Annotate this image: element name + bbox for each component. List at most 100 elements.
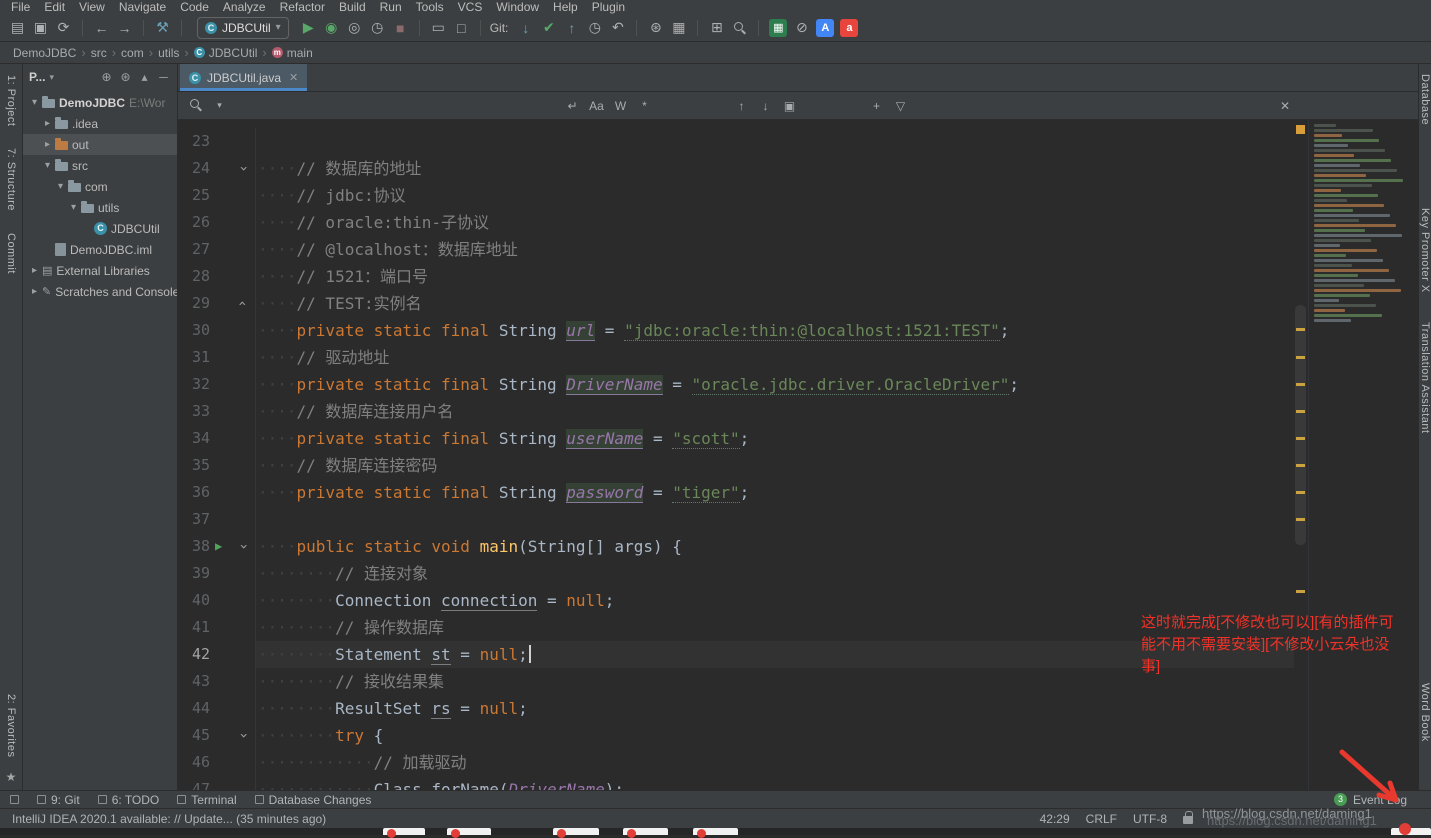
code-area[interactable]: 2324›····// 数据库的地址25····// jdbc:协议26····… [178,120,1294,790]
menu-run[interactable]: Run [373,1,409,14]
tool-button-database-changes[interactable]: Database Changes [255,793,372,807]
newline-icon[interactable]: ↵ [565,99,580,113]
select-occurrences-icon[interactable]: ▣ [782,99,797,113]
ocr-plugin-icon[interactable]: a [840,19,858,37]
tree-item-src[interactable]: ▾src [23,155,177,176]
tool-button-translation-assistant[interactable]: Translation Assistant [1419,322,1431,434]
menu-refactor[interactable]: Refactor [273,1,332,14]
favorites-star-icon[interactable]: ★ [6,770,17,784]
cursor-position[interactable]: 42:29 [1040,812,1070,826]
code-line-31[interactable]: 31····// 驱动地址 [178,344,1294,371]
tool-button-database[interactable]: Database [1419,74,1431,125]
next-occurrence-icon[interactable]: ↓ [758,99,773,113]
regex-toggle[interactable]: * [637,99,652,113]
line-separator[interactable]: CRLF [1086,812,1117,826]
close-tab-icon[interactable]: ✕ [289,71,298,84]
search-input[interactable] [236,96,556,116]
tool-button-2-favorites[interactable]: 2: Favorites [5,694,17,757]
locate-icon[interactable]: ⊕ [99,70,114,84]
chevron-right-icon[interactable]: ▸ [42,118,53,129]
tree-item-scratches-and-consoles[interactable]: ▸✎Scratches and Consoles [23,281,177,302]
fold-expanded-icon[interactable]: › [229,164,256,172]
project-panel-title[interactable]: P... [29,70,45,84]
translate-plugin-icon[interactable]: A [816,19,834,37]
update-icon[interactable]: ↓ [514,17,537,39]
tree-item-demojdbc[interactable]: ▾DemoJDBCE:\Wor [23,92,177,113]
code-line-38[interactable]: 38▶›····public static void main(String[]… [178,533,1294,560]
menu-file[interactable]: File [4,1,37,14]
chevron-down-icon[interactable]: ▾ [29,97,40,108]
code-line-34[interactable]: 34····private static final String userNa… [178,425,1294,452]
breadcrumb-utils[interactable]: utils [155,46,182,60]
tool-button-event-log[interactable]: Event Log [1353,793,1407,807]
menu-window[interactable]: Window [489,1,546,14]
profiler-icon[interactable]: ◷ [366,17,389,39]
menu-navigate[interactable]: Navigate [112,1,173,14]
tree-item-com[interactable]: ▾com [23,176,177,197]
structure-icon[interactable]: ▦ [667,17,690,39]
code-line-40[interactable]: 40········Connection connection = null; [178,587,1294,614]
scrollbar-thumb[interactable] [1295,305,1306,545]
tool-button-commit[interactable]: Commit [5,233,17,274]
tree-item-external-libraries[interactable]: ▸▤External Libraries [23,260,177,281]
chevron-down-icon[interactable]: ▾ [42,160,53,171]
breadcrumb-main[interactable]: mmain [269,46,316,60]
code-line-35[interactable]: 35····// 数据库连接密码 [178,452,1294,479]
tool-button-terminal[interactable]: Terminal [177,793,236,807]
add-occurrence-icon[interactable]: + [869,99,884,113]
minimap[interactable] [1308,120,1418,790]
code-line-45[interactable]: 45›········try { [178,722,1294,749]
sync-icon[interactable]: ⟳ [52,17,75,39]
menu-view[interactable]: View [72,1,112,14]
menu-plugin[interactable]: Plugin [585,1,632,14]
commit-icon[interactable]: ✔ [537,17,560,39]
tool-button-key-promoter-x[interactable]: Key Promoter X [1419,208,1431,293]
tab-jdbcutil-java[interactable]: C JDBCUtil.java ✕ [180,64,307,91]
fold-end-icon[interactable]: › [229,299,256,307]
chevron-right-icon[interactable]: ▸ [29,286,40,297]
tree-item-out[interactable]: ▸out [23,134,177,155]
fold-expanded-icon[interactable]: › [229,731,256,739]
chevron-down-icon[interactable]: ▾ [68,202,79,213]
code-line-44[interactable]: 44········ResultSet rs = null; [178,695,1294,722]
run-line-icon[interactable]: ▶ [215,533,222,560]
tree-item-utils[interactable]: ▾utils [23,197,177,218]
wrench-icon[interactable]: ⊛ [644,17,667,39]
search-history-icon[interactable]: ▾ [212,100,227,111]
readonly-lock-icon[interactable] [1183,816,1193,824]
tree-item-idea[interactable]: ▸.idea [23,113,177,134]
menu-analyze[interactable]: Analyze [216,1,273,14]
tool-button-1-project[interactable]: 1: Project [5,75,17,126]
breadcrumb-demojdbc[interactable]: DemoJDBC [10,46,79,60]
rollback-icon[interactable]: ↶ [606,17,629,39]
words-toggle[interactable]: W [613,99,628,113]
find-icon[interactable] [728,17,751,39]
chevron-right-icon[interactable]: ▸ [29,265,40,276]
coverage-icon[interactable]: ◎ [343,17,366,39]
code-line-29[interactable]: 29›····// TEST:实例名 [178,290,1294,317]
block-plugin-icon[interactable]: ⊘ [790,17,813,39]
menu-edit[interactable]: Edit [37,1,72,14]
menu-tools[interactable]: Tools [409,1,451,14]
menu-build[interactable]: Build [332,1,373,14]
chevron-down-icon[interactable]: ▾ [55,181,66,192]
save-icon[interactable]: ▣ [29,17,52,39]
code-line-39[interactable]: 39········// 连接对象 [178,560,1294,587]
code-line-30[interactable]: 30····private static final String url = … [178,317,1294,344]
menu-help[interactable]: Help [546,1,585,14]
open-icon[interactable]: ▤ [6,17,29,39]
code-line-32[interactable]: 32····private static final String Driver… [178,371,1294,398]
code-line-26[interactable]: 26····// oracle:thin-子协议 [178,209,1294,236]
code-line-41[interactable]: 41········// 操作数据库 [178,614,1294,641]
collapse-all-icon[interactable]: ▴ [137,70,152,84]
history-icon[interactable]: ◷ [583,17,606,39]
run-icon[interactable]: ▶ [297,17,320,39]
code-line-43[interactable]: 43········// 接收结果集 [178,668,1294,695]
code-line-42[interactable]: 42········Statement st = null; [178,641,1294,668]
build-icon[interactable]: ⚒ [151,17,174,39]
hide-panel-icon[interactable]: ─ [156,70,171,84]
code-line-46[interactable]: 46············// 加载驱动 [178,749,1294,776]
breadcrumb-jdbcutil[interactable]: CJDBCUtil [191,46,261,60]
tool-button-6-todo[interactable]: 6: TODO [98,793,160,807]
stop-icon[interactable]: ■ [389,17,412,39]
